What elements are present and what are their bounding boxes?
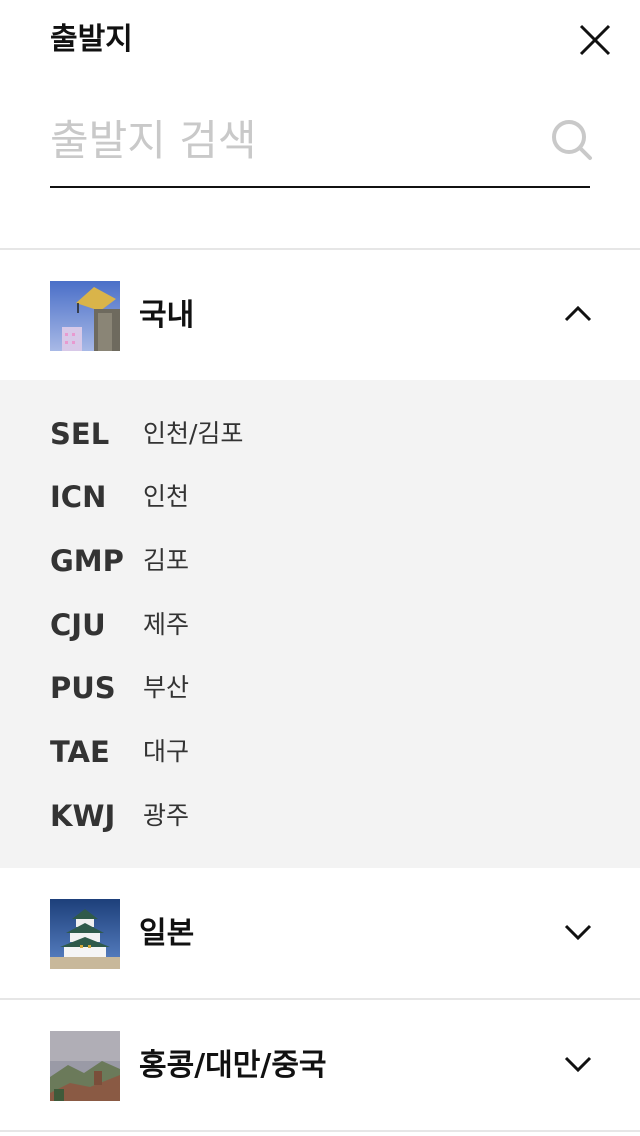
airport-code: SEL (50, 417, 110, 451)
airport-code: GMP (50, 544, 124, 578)
airport-city: 인천/김포 (143, 419, 244, 448)
region-hk-taiwan-china-image (50, 1031, 120, 1101)
search-icon[interactable] (550, 118, 594, 162)
region-label: 일본 (139, 916, 195, 951)
region-label: 홍콩/대만/중국 (139, 1048, 327, 1083)
airport-code: TAE (50, 735, 110, 769)
airport-code: PUS (50, 671, 116, 705)
header: 출발지 (0, 0, 640, 84)
airport-city: 인천 (143, 482, 190, 511)
airport-list: SEL 인천/김포 ICN 인천 GMP 김포 CJU 제주 PUS 부산 TA… (0, 380, 640, 868)
search-box (50, 100, 592, 188)
chevron-down-icon[interactable] (560, 1046, 596, 1082)
airport-item-kwj[interactable]: KWJ 광주 (0, 788, 640, 844)
airport-city: 제주 (143, 610, 190, 639)
airport-item-pus[interactable]: PUS 부산 (0, 660, 640, 716)
airport-city: 김포 (143, 546, 190, 575)
divider (0, 1130, 640, 1132)
region-domestic[interactable]: 국내 (0, 250, 640, 380)
region-hk-taiwan-china[interactable]: 홍콩/대만/중국 (0, 1000, 640, 1130)
chevron-up-icon[interactable] (560, 296, 596, 332)
airport-code: CJU (50, 608, 106, 642)
search-input[interactable] (50, 112, 530, 168)
region-japan[interactable]: 일본 (0, 868, 640, 998)
chevron-down-icon[interactable] (560, 914, 596, 950)
airport-city: 부산 (143, 673, 190, 702)
airport-item-icn[interactable]: ICN 인천 (0, 469, 640, 525)
airport-item-tae[interactable]: TAE 대구 (0, 724, 640, 780)
airport-item-gmp[interactable]: GMP 김포 (0, 533, 640, 589)
region-japan-image (50, 899, 120, 969)
airport-city: 대구 (143, 737, 190, 766)
airport-code: ICN (50, 480, 107, 514)
region-label: 국내 (139, 298, 195, 333)
page-title: 출발지 (50, 22, 133, 57)
airport-item-sel[interactable]: SEL 인천/김포 (0, 406, 640, 462)
close-icon[interactable] (575, 20, 615, 60)
airport-item-cju[interactable]: CJU 제주 (0, 597, 640, 653)
region-domestic-image (50, 281, 120, 351)
airport-city: 광주 (143, 801, 190, 830)
airport-code: KWJ (50, 799, 116, 833)
